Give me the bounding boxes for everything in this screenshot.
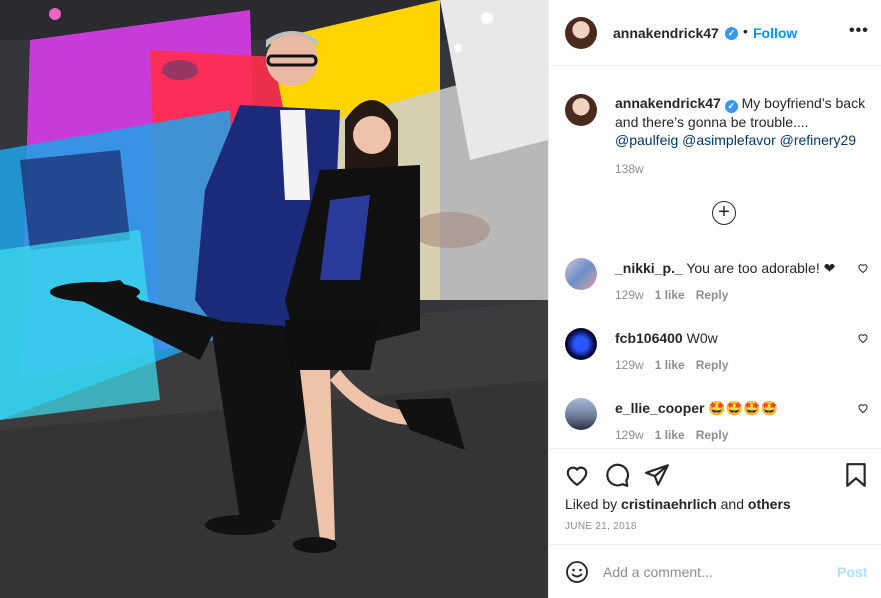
comment-avatar[interactable] [565, 398, 597, 430]
mention-link[interactable]: @paulfeig [615, 132, 678, 148]
caption-username[interactable]: annakendrick47 [615, 95, 721, 111]
heart-icon[interactable] [564, 462, 590, 488]
share-icon[interactable] [644, 462, 670, 488]
post-header: annakendrick47 ✓ • Follow ••• [549, 0, 881, 66]
comment-text: 🤩🤩🤩🤩 [708, 400, 779, 416]
comment-meta: 129w 1 like Reply [615, 358, 739, 372]
comment-avatar[interactable] [565, 258, 597, 290]
like-comment-heart-icon[interactable] [857, 262, 869, 274]
comment-body: fcb106400 W0w [615, 329, 845, 347]
comment-item: fcb106400 W0w 129w 1 like Reply [549, 328, 881, 398]
author-username[interactable]: annakendrick47 [613, 25, 719, 41]
comment-likes[interactable]: 1 like [655, 428, 685, 442]
comment-input[interactable] [603, 560, 823, 584]
comment-username[interactable]: e_llie_cooper [615, 400, 705, 416]
post-photo[interactable] [0, 0, 548, 598]
author-avatar[interactable] [565, 17, 597, 49]
comment-text: You are too adorable! ❤ [686, 260, 836, 276]
comment-body: _nikki_p._ You are too adorable! ❤ [615, 259, 845, 277]
verified-badge-icon: ✓ [724, 100, 738, 113]
mention-link[interactable]: @asimplefavor [682, 132, 776, 148]
liked-by-user-link[interactable]: cristinaehrlich [621, 496, 717, 512]
comment-time[interactable]: 129w [615, 428, 644, 442]
photo-illustration [0, 0, 548, 598]
post-caption: annakendrick47 ✓ My boyfriend’s back and… [615, 94, 870, 149]
liked-by-and: and [720, 496, 744, 512]
like-comment-heart-icon[interactable] [857, 402, 869, 414]
comment-time[interactable]: 129w [615, 358, 644, 372]
follow-button[interactable]: Follow [753, 25, 797, 41]
plus-circle-icon[interactable]: + [712, 201, 736, 225]
more-options-icon[interactable]: ••• [849, 22, 869, 40]
post-actions: Liked by cristinaehrlich and others JUNE… [549, 448, 881, 544]
post-comment-button[interactable]: Post [837, 564, 867, 580]
comment-meta: 129w 1 like Reply [615, 428, 739, 442]
comment-icon[interactable] [604, 462, 630, 488]
mention-link[interactable]: @refinery29 [780, 132, 856, 148]
liked-by-others-link[interactable]: others [748, 496, 791, 512]
like-comment-heart-icon[interactable] [857, 332, 869, 344]
liked-by-summary: Liked by cristinaehrlich and others [565, 496, 791, 512]
post-date[interactable]: JUNE 21, 2018 [565, 521, 637, 532]
reply-button[interactable]: Reply [696, 288, 729, 302]
reply-button[interactable]: Reply [696, 358, 729, 372]
comment-likes[interactable]: 1 like [655, 288, 685, 302]
comment-text: W0w [686, 330, 718, 346]
post-time-ago[interactable]: 138w [615, 162, 644, 176]
verified-badge-icon: ✓ [725, 27, 738, 40]
reply-button[interactable]: Reply [696, 428, 729, 442]
comment-username[interactable]: _nikki_p._ [615, 260, 683, 276]
comment-avatar[interactable] [565, 328, 597, 360]
caption-avatar[interactable] [565, 94, 597, 126]
bookmark-icon[interactable] [843, 462, 869, 488]
header-separator: • [743, 23, 748, 39]
comment-username[interactable]: fcb106400 [615, 330, 683, 346]
add-comment-bar: Post [549, 544, 881, 598]
comment-time[interactable]: 129w [615, 288, 644, 302]
comment-body: e_llie_cooper 🤩🤩🤩🤩 [615, 399, 845, 417]
comment-item: _nikki_p._ You are too adorable! ❤ 129w 1… [549, 258, 881, 328]
comment-likes[interactable]: 1 like [655, 358, 685, 372]
liked-by-prefix: Liked by [565, 496, 618, 512]
post-detail-panel: annakendrick47 ✓ • Follow ••• annakendri… [548, 0, 881, 598]
comment-meta: 129w 1 like Reply [615, 288, 739, 302]
emoji-icon[interactable] [565, 560, 589, 584]
